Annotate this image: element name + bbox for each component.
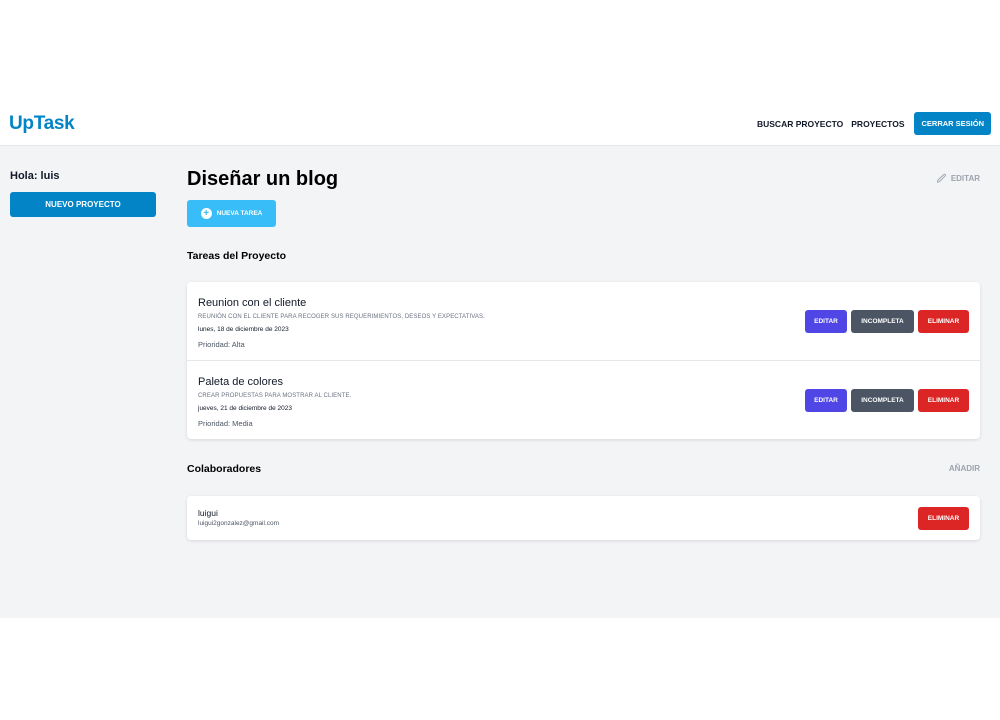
task-description: Reunión con el cliente para recoger sus … bbox=[198, 314, 485, 320]
edit-project-label: Editar bbox=[950, 174, 980, 183]
user-greeting: Hola: luis bbox=[10, 170, 60, 182]
collaborators-section-title: Colaboradores bbox=[187, 463, 262, 475]
delete-task-button[interactable]: Eliminar bbox=[918, 310, 969, 333]
task-actions: Editar Incompleta Eliminar bbox=[805, 389, 969, 412]
app-container: UpTask Buscar Proyecto Proyectos Cerrar … bbox=[0, 103, 1000, 618]
new-project-button[interactable]: Nuevo Proyecto bbox=[10, 192, 156, 217]
new-task-label: Nueva Tarea bbox=[216, 210, 263, 217]
logout-button[interactable]: Cerrar Sesión bbox=[914, 112, 991, 135]
pencil-icon bbox=[936, 173, 946, 183]
edit-task-button[interactable]: Editar bbox=[805, 310, 847, 333]
task-item: Reunion con el cliente Reunión con el cl… bbox=[187, 282, 980, 360]
app-logo[interactable]: UpTask bbox=[9, 113, 75, 135]
task-date: lunes, 18 de diciembre de 2023 bbox=[198, 326, 289, 333]
delete-task-button[interactable]: Eliminar bbox=[918, 389, 969, 412]
collaborator-name: luigui bbox=[198, 508, 218, 518]
nav-projects[interactable]: Proyectos bbox=[851, 119, 904, 129]
page-title: Diseñar un blog bbox=[187, 168, 339, 190]
delete-collaborator-button[interactable]: Eliminar bbox=[918, 507, 969, 530]
task-item: Paleta de colores Crear propuestas para … bbox=[187, 360, 980, 438]
edit-project-button[interactable]: Editar bbox=[936, 173, 980, 184]
top-header: UpTask Buscar Proyecto Proyectos Cerrar … bbox=[0, 103, 1000, 146]
task-description: Crear propuestas para mostrar al cliente… bbox=[198, 393, 352, 399]
plus-circle-icon: + bbox=[200, 208, 212, 219]
nav-search-project[interactable]: Buscar Proyecto bbox=[757, 119, 843, 129]
collaborator-list: luigui luigui2gonzalez@gmail.com Elimina… bbox=[187, 496, 980, 540]
tasks-section-title: Tareas del Proyecto bbox=[187, 250, 287, 262]
task-priority: Prioridad: Alta bbox=[198, 340, 245, 349]
new-task-button[interactable]: + Nueva Tarea bbox=[187, 200, 276, 227]
top-nav: Buscar Proyecto Proyectos Cerrar Sesión bbox=[757, 112, 991, 135]
task-priority: Prioridad: Media bbox=[198, 419, 253, 428]
add-collaborator-button[interactable]: Añadir bbox=[949, 464, 980, 473]
task-status-button[interactable]: Incompleta bbox=[851, 389, 914, 412]
task-status-button[interactable]: Incompleta bbox=[851, 310, 914, 333]
collaborator-email: luigui2gonzalez@gmail.com bbox=[198, 520, 280, 527]
edit-task-button[interactable]: Editar bbox=[805, 389, 847, 412]
task-actions: Editar Incompleta Eliminar bbox=[805, 310, 969, 333]
task-name: Paleta de colores bbox=[198, 376, 283, 388]
sidebar: Hola: luis Nuevo Proyecto bbox=[0, 146, 175, 618]
task-name: Reunion con el cliente bbox=[198, 297, 307, 309]
task-date: jueves, 21 de diciembre de 2023 bbox=[198, 405, 292, 412]
task-list: Reunion con el cliente Reunión con el cl… bbox=[187, 282, 980, 439]
